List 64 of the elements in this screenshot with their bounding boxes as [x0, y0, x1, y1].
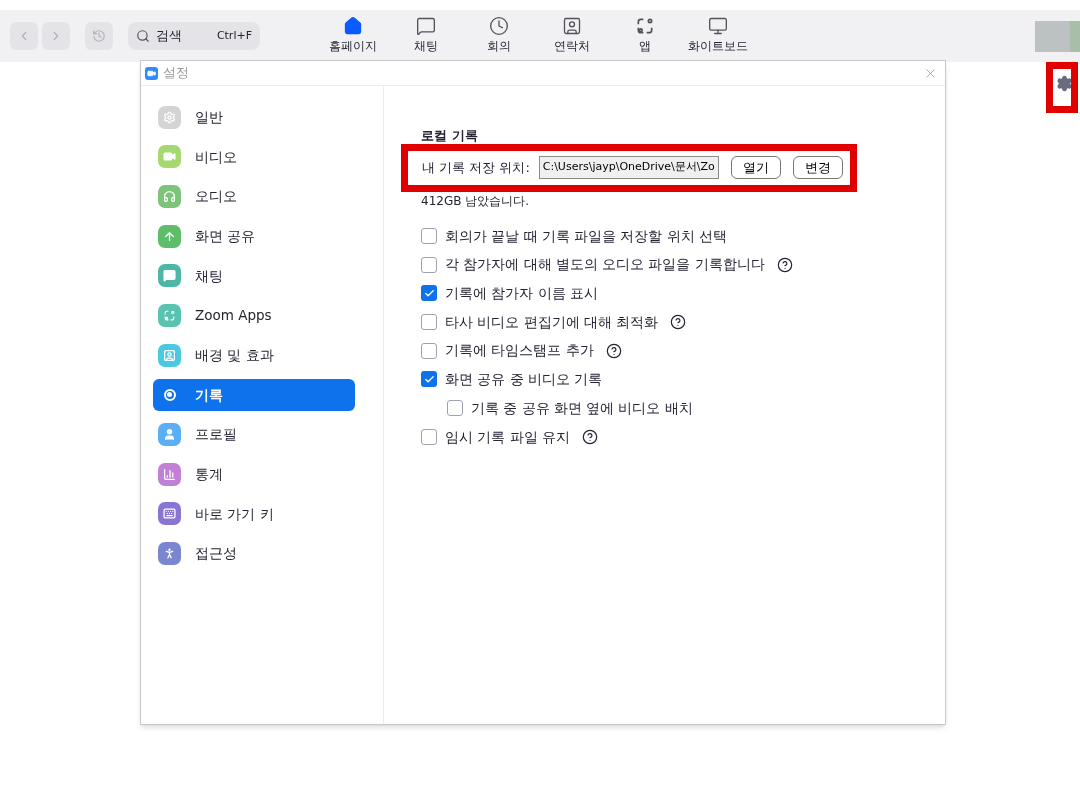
- sidebar-item[interactable]: 프로필: [153, 418, 355, 451]
- checkbox[interactable]: [447, 399, 463, 416]
- sidebar-item[interactable]: 채팅: [153, 259, 355, 292]
- option-label: 기록에 참가자 이름 표시: [445, 284, 598, 304]
- sidebar-item[interactable]: Zoom Apps: [153, 299, 355, 332]
- history-icon: [92, 29, 106, 43]
- nav-tab[interactable]: 앱: [608, 16, 681, 56]
- whiteboard-icon: [707, 16, 728, 37]
- sidebar-item[interactable]: 오디오: [153, 180, 355, 213]
- sidebar-item[interactable]: 기록: [153, 378, 355, 411]
- back-button[interactable]: [10, 22, 38, 50]
- path-field[interactable]: C:\Users\jayp\OneDrive\문서\Zo: [538, 156, 719, 179]
- check-icon: [423, 287, 435, 299]
- checkbox[interactable]: [421, 256, 437, 273]
- option-label: 임시 기록 파일 유지: [445, 427, 570, 447]
- option-label: 타사 비디오 편집기에 대해 최적화: [445, 312, 659, 332]
- nav-tab[interactable]: 회의: [462, 16, 535, 56]
- nav-tab[interactable]: 채팅: [389, 16, 462, 56]
- option-label: 기록에 타임스탬프 추가: [445, 341, 594, 361]
- section-title: 로컬 기록: [421, 127, 479, 145]
- checkbox[interactable]: [421, 342, 437, 359]
- highlight-frame: [1046, 62, 1078, 113]
- settings-icon[interactable]: [1056, 75, 1073, 92]
- nav-tab[interactable]: 홈페이지: [316, 16, 389, 56]
- field-label: 내 기록 저장 위치:: [422, 158, 530, 177]
- free-space-text: 412GB 남았습니다.: [421, 192, 531, 210]
- shortcut-label: Ctrl+F: [216, 27, 252, 44]
- option-label: 회의가 끝날 때 기록 파일을 저장할 위치 선택: [445, 226, 728, 246]
- path-button[interactable]: 변경: [792, 156, 843, 179]
- help-icon[interactable]: [776, 256, 793, 273]
- app-logo-icon: [145, 66, 158, 80]
- sidebar-item[interactable]: 일반: [153, 101, 355, 133]
- checkbox[interactable]: [421, 285, 437, 302]
- chat-icon: [415, 16, 436, 37]
- sidebar-item[interactable]: 접근성: [153, 537, 355, 570]
- option-label: 화면 공유 중 비디오 기록: [445, 370, 603, 390]
- option-label: 각 참가자에 대해 별도의 오디오 파일을 기록합니다: [445, 255, 765, 275]
- sidebar-item[interactable]: 바로 가기 키: [153, 497, 355, 530]
- search-icon: [136, 29, 150, 43]
- sidebar-item[interactable]: 통계: [153, 458, 355, 491]
- help-icon[interactable]: [670, 313, 687, 330]
- checkbox[interactable]: [421, 371, 437, 388]
- history-button[interactable]: [85, 22, 113, 50]
- apps-icon: [163, 308, 176, 322]
- window-title: 설정: [163, 63, 189, 82]
- help-icon[interactable]: [581, 428, 598, 445]
- clock-icon: [488, 16, 509, 37]
- sidebar-item[interactable]: 배경 및 효과: [153, 339, 355, 372]
- help-icon[interactable]: [605, 342, 622, 359]
- sidebar-item[interactable]: 화면 공유: [153, 220, 355, 253]
- check-icon: [423, 373, 435, 385]
- path-button[interactable]: 열기: [730, 156, 781, 179]
- checkbox[interactable]: [421, 227, 437, 244]
- home-icon: [342, 16, 363, 37]
- nav-tab[interactable]: 연락처: [535, 16, 608, 56]
- forward-button[interactable]: [42, 22, 70, 50]
- sidebar-item[interactable]: 비디오: [153, 140, 355, 173]
- search-field[interactable]: 검색 Ctrl+F: [128, 22, 260, 50]
- contact-icon: [561, 16, 582, 37]
- checkbox[interactable]: [421, 428, 437, 445]
- nav-tab[interactable]: 화이트보드: [681, 16, 754, 56]
- option-label: 기록 중 공유 화면 옆에 비디오 배치: [471, 398, 693, 418]
- avatar[interactable]: [1035, 20, 1080, 52]
- checkbox[interactable]: [421, 313, 437, 330]
